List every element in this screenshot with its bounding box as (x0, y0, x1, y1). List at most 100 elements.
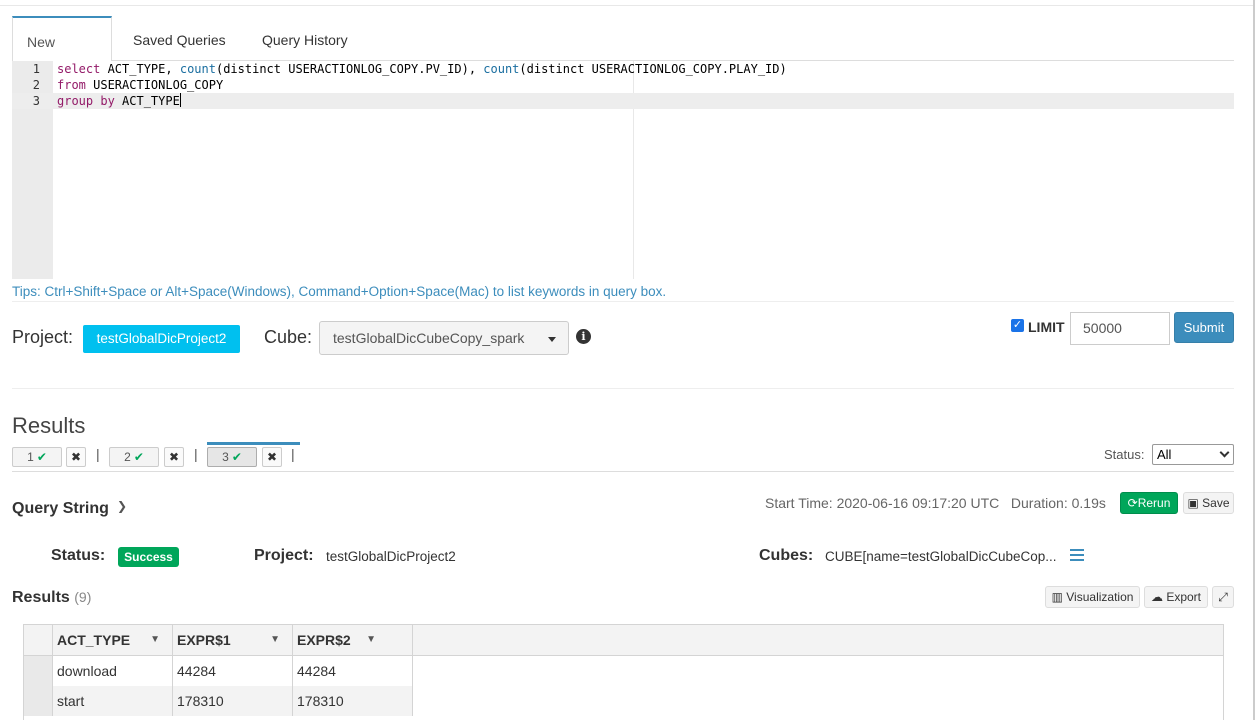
column-header[interactable]: EXPR$1 ▼ (173, 625, 293, 655)
list-icon[interactable] (1070, 549, 1084, 561)
cube-select-value: testGlobalDicCubeCopy_spark (333, 330, 525, 346)
result-tabs-border (12, 471, 1234, 472)
column-header-label: EXPR$1 (177, 632, 231, 648)
divider (12, 301, 1234, 302)
expand-icon[interactable]: ⤢ (1212, 586, 1234, 608)
column-header-label: ACT_TYPE (57, 632, 131, 648)
info-icon[interactable]: i (576, 329, 591, 344)
visualization-button[interactable]: ▥ Visualization (1045, 586, 1140, 608)
save-button[interactable]: ▣ Save (1183, 492, 1234, 514)
column-header-label: EXPR$2 (297, 632, 351, 648)
cube-label: Cube: (264, 327, 313, 347)
top-border (0, 0, 1255, 6)
start-time: Start Time: 2020-06-16 09:17:20 UTC (765, 495, 1000, 511)
close-icon[interactable]: ✖ (262, 447, 282, 467)
project-badge: testGlobalDicProject2 (83, 325, 240, 353)
results-count: (9) (74, 589, 92, 605)
active-result-tab-indicator (207, 442, 300, 445)
project-label: Project: (12, 327, 74, 347)
submit-button[interactable]: Submit (1174, 312, 1234, 343)
keyword: group by (57, 94, 115, 108)
result-tab-label: 1 (27, 450, 34, 464)
code-text: ACT_TYPE (114, 94, 180, 108)
grid-cell: 178310 (173, 686, 293, 716)
grid-cell: 44284 (293, 656, 413, 686)
check-icon: ✔ (133, 450, 144, 464)
check-icon: ✔ (36, 450, 47, 464)
export-label: Export (1166, 590, 1202, 604)
tab-separator: | (194, 446, 198, 462)
tab-saved-queries[interactable]: Saved Queries (119, 16, 240, 61)
results-label-text: Results (12, 589, 70, 606)
refresh-icon: ⟳ (1127, 496, 1138, 510)
close-icon[interactable]: ✖ (66, 447, 86, 467)
save-label: Save (1202, 496, 1230, 510)
result-tab-2[interactable]: 2 ✔ (109, 447, 159, 467)
grid-cell: download (53, 656, 173, 686)
grid-cell: start (53, 686, 173, 716)
table-row[interactable]: download 44284 44284 (24, 656, 413, 686)
column-header[interactable]: ACT_TYPE ▼ (53, 625, 173, 655)
editor-tips: Tips: Ctrl+Shift+Space or Alt+Space(Wind… (12, 284, 667, 299)
tab-query-history[interactable]: Query History (248, 16, 362, 61)
code-line-2[interactable]: 2 from USERACTIONLOG_COPY (12, 77, 1234, 93)
status-filter-value: All (1157, 447, 1172, 462)
cube-select[interactable]: testGlobalDicCubeCopy_spark (319, 321, 569, 355)
select-all-cell[interactable] (24, 625, 53, 655)
results-grid[interactable]: ACT_TYPE ▼ EXPR$1 ▼ EXPR$2 ▼ download 44284… (23, 624, 1224, 720)
code-line-3[interactable]: 3 group by ACT_TYPE (12, 93, 1234, 109)
tab-separator: | (96, 446, 100, 462)
chevron-down-icon (1219, 447, 1230, 458)
result-tab-3[interactable]: 3 ✔ (207, 447, 257, 467)
floppy-icon: ▣ (1187, 496, 1199, 510)
rerun-button[interactable]: ⟳Rerun (1120, 492, 1178, 514)
summary-project-label: Project: (254, 547, 314, 564)
summary-cubes-label: Cubes: (759, 547, 814, 564)
divider (12, 388, 1234, 389)
results-label: Results (9) (12, 589, 91, 607)
result-tab-1[interactable]: 1 ✔ (12, 447, 62, 467)
row-select-cell[interactable] (24, 686, 53, 716)
keyword: select (57, 62, 101, 76)
export-button[interactable]: ☁ Export (1144, 586, 1208, 608)
line-number: 2 (32, 78, 40, 92)
function: count (179, 62, 216, 76)
row-select-cell[interactable] (24, 656, 53, 686)
sql-editor[interactable]: 1 select ACT_TYPE, count(distinct USERAC… (12, 61, 1234, 279)
status-label: Status: (51, 547, 106, 564)
code-line-1[interactable]: 1 select ACT_TYPE, count(distinct USERAC… (12, 61, 1234, 77)
bar-chart-icon: ▥ (1051, 590, 1063, 604)
sort-chevron-icon[interactable]: ▼ (366, 625, 376, 655)
grid-cell: 178310 (293, 686, 413, 716)
visualization-label: Visualization (1066, 590, 1134, 604)
limit-input[interactable]: 50000 (1070, 312, 1170, 345)
close-icon[interactable]: ✖ (164, 447, 184, 467)
status-filter-label: Status: (1104, 447, 1145, 462)
grid-header: ACT_TYPE ▼ EXPR$1 ▼ EXPR$2 ▼ (24, 625, 1223, 656)
grid-cell: 44284 (173, 656, 293, 686)
double-chevron-down-icon[interactable]: ❯ (117, 499, 127, 513)
code-text: USERACTIONLOG_COPY (85, 78, 224, 92)
function: count (483, 62, 520, 76)
column-header[interactable]: EXPR$2 ▼ (293, 625, 413, 655)
check-icon: ✔ (231, 450, 242, 464)
results-section-title: Results (12, 413, 86, 438)
status-badge: Success (118, 547, 179, 567)
keyword: from (57, 78, 86, 92)
code-text: ACT_TYPE, (100, 62, 180, 76)
sort-chevron-icon[interactable]: ▼ (270, 625, 280, 655)
line-number: 3 (32, 94, 40, 108)
line-number: 1 (32, 62, 40, 76)
table-row[interactable]: start 178310 178310 (24, 686, 413, 716)
code-text: (distinct USERACTIONLOG_COPY.PV_ID), (215, 62, 484, 76)
limit-checkbox[interactable]: ✓ (1011, 319, 1024, 332)
status-filter-select[interactable]: All (1152, 444, 1234, 465)
text-cursor (179, 93, 181, 107)
result-tab-label: 2 (124, 450, 131, 464)
tab-new-query[interactable]: New Query (12, 16, 112, 98)
sort-chevron-icon[interactable]: ▼ (150, 625, 160, 655)
summary-project-value: testGlobalDicProject2 (326, 549, 456, 564)
rerun-label: Rerun (1137, 496, 1171, 510)
query-string-toggle[interactable]: Query String (12, 500, 109, 518)
limit-label: LIMIT (1028, 319, 1065, 335)
